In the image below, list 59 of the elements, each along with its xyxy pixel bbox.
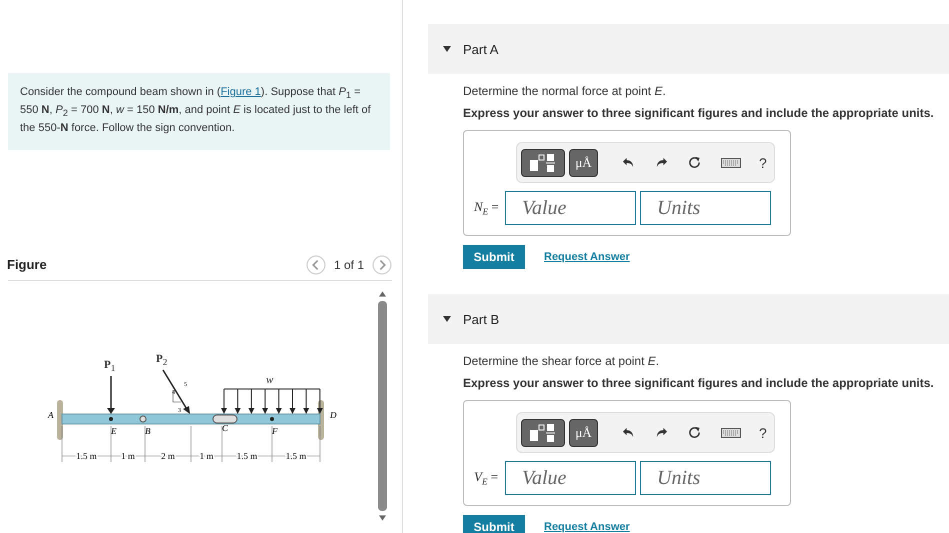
- reset-icon[interactable]: [688, 156, 701, 169]
- reset-icon[interactable]: [688, 426, 701, 439]
- submit-button[interactable]: Submit: [463, 245, 525, 269]
- variable-label: N$_{E}$ =: [474, 199, 500, 217]
- load-label: P$_{2}$: [156, 353, 168, 366]
- dimension-label: 1.5 m: [76, 451, 97, 462]
- templates-icon: [528, 422, 558, 442]
- point-label: F: [272, 426, 278, 436]
- templates-button[interactable]: [521, 418, 565, 446]
- help-button[interactable]: ?: [759, 424, 767, 440]
- dimension-label: 2 m: [161, 451, 175, 462]
- instruction-text: Express your answer to three significant figures and include the appropriate units.: [463, 106, 935, 120]
- problem-text: Consider the compound beam shown in (Figure 1). Suppose that P$_{1}$ = 550 N, P$_{2}$ = 700 N, w = 150 N/m, and point E is located just to the left of the 550-N force. Follow the sign convention.: [8, 73, 390, 150]
- expand-icon[interactable]: [443, 46, 451, 52]
- submit-button[interactable]: Submit: [463, 515, 525, 533]
- units-button[interactable]: μÅ: [569, 418, 598, 446]
- question-text: Determine the normal force at point E.: [463, 84, 667, 98]
- templates-button[interactable]: [521, 148, 565, 176]
- instruction-text: Express your answer to three significant figures and include the appropriate units.: [463, 376, 935, 390]
- next-icon[interactable]: [372, 254, 392, 275]
- previous-icon[interactable]: [306, 254, 326, 275]
- part-header[interactable]: Part A: [428, 24, 949, 74]
- redo-icon[interactable]: [655, 156, 668, 169]
- point-label: A: [48, 410, 54, 420]
- dimension-label: 1.5 m: [286, 451, 306, 462]
- templates-icon: [528, 152, 558, 172]
- keyboard-icon[interactable]: [721, 428, 741, 438]
- load-label: w: [266, 374, 274, 386]
- part-header[interactable]: Part B: [428, 294, 949, 344]
- page-indicator: 1 of 1: [334, 258, 364, 272]
- question-text: Determine the shear force at point E.: [463, 354, 660, 368]
- point-label: E: [111, 426, 116, 436]
- load-label: P$_{1}$: [104, 359, 116, 372]
- dimension-label: 1 m: [121, 451, 135, 462]
- dimension-label: 1.5 m: [236, 451, 258, 462]
- part-title: Part A: [463, 42, 498, 56]
- help-button[interactable]: ?: [759, 154, 767, 170]
- expand-icon[interactable]: [443, 316, 451, 322]
- undo-icon[interactable]: [622, 156, 635, 169]
- point-label: D: [330, 410, 336, 420]
- request-answer-link[interactable]: Request Answer: [544, 251, 630, 263]
- undo-icon[interactable]: [622, 426, 635, 439]
- request-answer-link[interactable]: Request Answer: [544, 521, 630, 533]
- point-label: C: [222, 423, 228, 434]
- scroll-down-icon[interactable]: [379, 515, 386, 522]
- redo-icon[interactable]: [655, 426, 668, 439]
- point-label: B: [145, 426, 150, 436]
- figure-title: Figure: [7, 257, 47, 272]
- dimension-label: 1 m: [200, 451, 214, 462]
- figure-link[interactable]: Figure 1: [220, 86, 261, 98]
- keyboard-icon[interactable]: [721, 158, 741, 168]
- value-field[interactable]: Value: [505, 191, 636, 225]
- scroll-up-icon[interactable]: [379, 291, 386, 298]
- units-field[interactable]: Units: [640, 461, 771, 495]
- units-field[interactable]: Units: [640, 191, 771, 225]
- units-button[interactable]: μÅ: [569, 148, 598, 176]
- variable-label: V$_{E}$ =: [474, 469, 500, 487]
- value-field[interactable]: Value: [505, 461, 636, 495]
- part-title: Part B: [463, 312, 500, 326]
